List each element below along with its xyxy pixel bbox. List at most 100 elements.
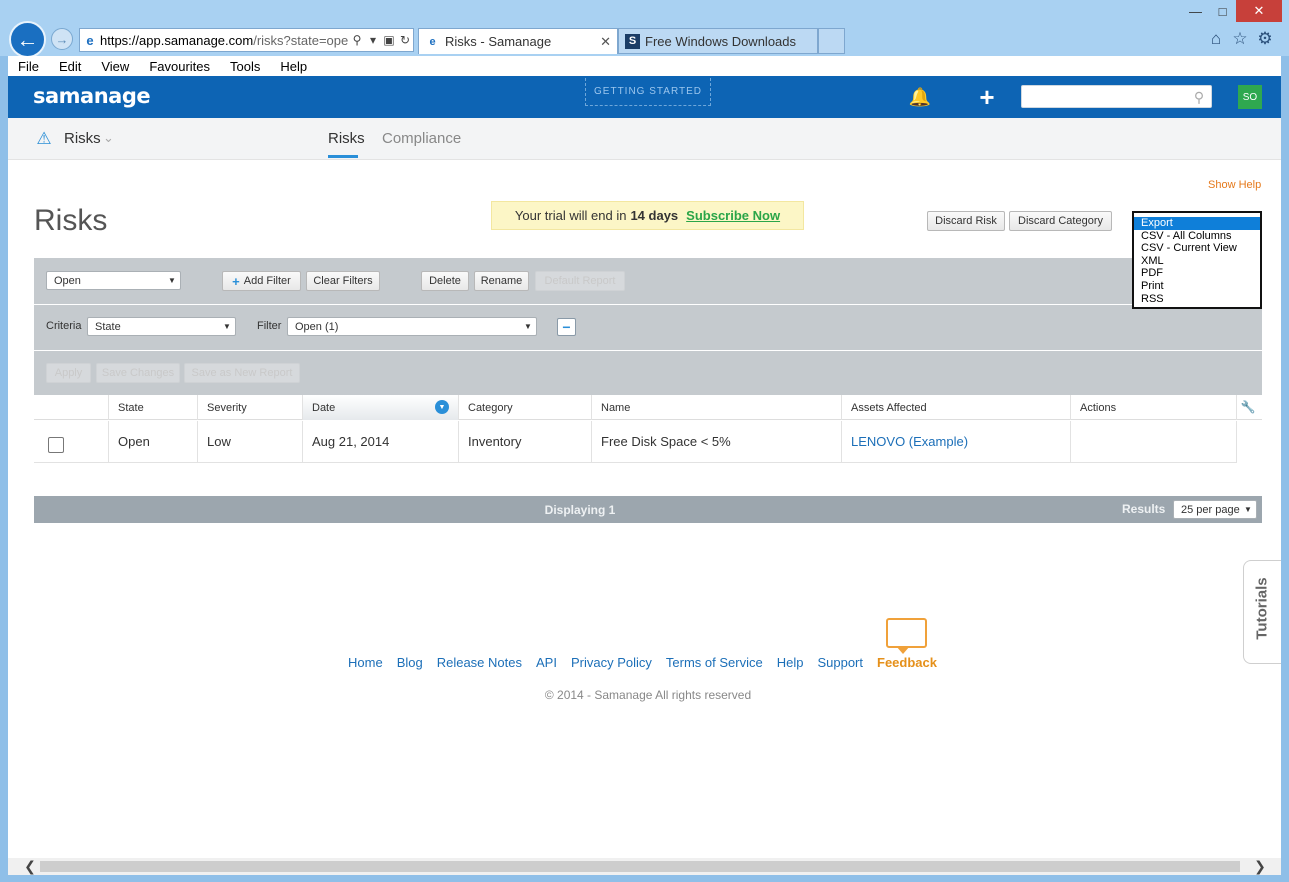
back-button[interactable]: ←: [9, 21, 46, 58]
table-cell-severity: Low: [197, 421, 303, 463]
default-report-button[interactable]: Default Report: [535, 271, 625, 291]
add-icon[interactable]: +: [975, 82, 999, 112]
page-title: Risks: [34, 204, 108, 237]
close-window-icon[interactable]: ✕: [1236, 0, 1282, 22]
save-changes-button[interactable]: Save Changes: [96, 363, 180, 383]
menu-edit[interactable]: Edit: [49, 59, 91, 74]
getting-started-button[interactable]: GETTING STARTED: [585, 78, 711, 106]
minimize-icon[interactable]: —: [1182, 0, 1209, 22]
footer-link-release-notes[interactable]: Release Notes: [437, 655, 522, 670]
settings-gear-icon[interactable]: ⚙: [1254, 29, 1276, 49]
search-icon[interactable]: ⚲: [349, 33, 365, 47]
address-bar[interactable]: e https://app.samanage.com/risks?state=o…: [79, 28, 414, 52]
forward-button[interactable]: →: [51, 28, 73, 50]
tab-risks[interactable]: Risks: [328, 130, 365, 147]
footer-link-help[interactable]: Help: [777, 655, 804, 670]
bell-icon[interactable]: 🔔: [908, 86, 932, 108]
search-input[interactable]: [1021, 85, 1212, 108]
caret-down-icon: ▼: [1244, 505, 1252, 514]
subscribe-now-link[interactable]: Subscribe Now: [686, 208, 780, 223]
feedback-icon[interactable]: [886, 618, 927, 648]
clear-filters-button[interactable]: Clear Filters: [306, 271, 380, 291]
discard-category-button[interactable]: Discard Category: [1009, 211, 1112, 231]
discard-risk-button[interactable]: Discard Risk: [927, 211, 1005, 231]
close-tab-icon[interactable]: ✕: [600, 34, 611, 50]
criteria-select[interactable]: State ▼: [87, 317, 236, 336]
footer-link-api[interactable]: API: [536, 655, 557, 670]
footer-link-home[interactable]: Home: [348, 655, 383, 670]
samanage-logo[interactable]: samanage: [33, 84, 151, 108]
export-option[interactable]: PDF: [1134, 267, 1260, 280]
column-header-actions: Actions: [1070, 395, 1237, 420]
footer-link-blog[interactable]: Blog: [397, 655, 423, 670]
ie-icon: e: [86, 32, 94, 48]
table-cell-actions: [1070, 421, 1237, 463]
trial-banner: Your trial will end in 14 days Subscribe…: [491, 201, 804, 230]
arrow-right-icon: →: [55, 31, 69, 47]
export-option[interactable]: XML: [1134, 255, 1260, 268]
asset-link[interactable]: LENOVO (Example): [841, 421, 1071, 463]
browser-tab-risks[interactable]: e Risks - Samanage ✕: [418, 28, 618, 54]
row-checkbox[interactable]: [48, 437, 64, 453]
search-icon[interactable]: ⚲: [1190, 88, 1208, 106]
column-header-category[interactable]: Category: [458, 395, 592, 420]
avatar[interactable]: SO: [1238, 85, 1262, 109]
per-page-select[interactable]: 25 per page ▼: [1173, 500, 1257, 519]
tab-compliance[interactable]: Compliance: [382, 130, 461, 147]
menu-help[interactable]: Help: [270, 59, 317, 74]
favorites-star-icon[interactable]: ☆: [1229, 29, 1251, 49]
maximize-icon[interactable]: □: [1209, 0, 1236, 22]
table-cell-date: Aug 21, 2014: [302, 421, 459, 463]
module-title[interactable]: Risks: [64, 130, 101, 147]
scrollbar-thumb[interactable]: [40, 861, 1240, 872]
rename-button[interactable]: Rename: [474, 271, 529, 291]
refresh-icon[interactable]: ↻: [397, 33, 413, 47]
address-url[interactable]: https://app.samanage.com/risks?state=ope: [100, 33, 349, 48]
add-filter-button[interactable]: + Add Filter: [222, 271, 301, 291]
export-option[interactable]: Export: [1134, 217, 1260, 230]
menu-tools[interactable]: Tools: [220, 59, 270, 74]
home-icon[interactable]: ⌂: [1205, 29, 1227, 49]
menu-view[interactable]: View: [91, 59, 139, 74]
feedback-icon-tail: [896, 646, 910, 654]
column-header-name[interactable]: Name: [591, 395, 842, 420]
scroll-right-icon[interactable]: ❯: [1252, 858, 1268, 875]
table-cell-name[interactable]: Free Disk Space < 5%: [591, 421, 842, 463]
menu-file[interactable]: File: [8, 59, 49, 74]
criteria-label: Criteria: [46, 320, 82, 332]
table-cell-select: [34, 421, 109, 463]
chevron-down-icon[interactable]: ⌄: [103, 130, 114, 146]
footer-link-feedback[interactable]: Feedback: [877, 655, 937, 670]
export-option[interactable]: Print: [1134, 280, 1260, 293]
column-header-assets[interactable]: Assets Affected: [841, 395, 1071, 420]
show-help-link[interactable]: Show Help: [1208, 179, 1261, 191]
new-tab-button[interactable]: [818, 28, 845, 54]
menu-favourites[interactable]: Favourites: [139, 59, 220, 74]
export-option[interactable]: CSV - All Columns: [1134, 230, 1260, 243]
export-option[interactable]: RSS: [1134, 293, 1260, 306]
lock-icon: ▣: [383, 33, 395, 47]
state-select[interactable]: Open ▼: [46, 271, 181, 290]
dropdown-icon[interactable]: ▾: [365, 33, 381, 47]
export-option[interactable]: CSV - Current View: [1134, 242, 1260, 255]
wrench-icon[interactable]: 🔧: [1241, 400, 1256, 414]
browser-tab-downloads[interactable]: S Free Windows Downloads: [618, 28, 818, 54]
column-header-state[interactable]: State: [108, 395, 198, 420]
export-listbox[interactable]: Export CSV - All Columns CSV - Current V…: [1132, 211, 1262, 309]
ie-icon: e: [429, 35, 436, 48]
save-as-new-report-button[interactable]: Save as New Report: [184, 363, 300, 383]
scroll-left-icon[interactable]: ❮: [22, 858, 38, 875]
sort-descending-icon[interactable]: ▼: [435, 400, 449, 414]
footer-link-privacy[interactable]: Privacy Policy: [571, 655, 652, 670]
apply-button[interactable]: Apply: [46, 363, 91, 383]
column-header-select: [34, 395, 109, 420]
remove-criteria-button[interactable]: −: [557, 318, 576, 336]
footer-link-support[interactable]: Support: [817, 655, 863, 670]
displaying-count: Displaying 1: [544, 502, 616, 517]
caret-down-icon: ▼: [524, 322, 532, 331]
column-header-severity[interactable]: Severity: [197, 395, 303, 420]
footer-link-terms[interactable]: Terms of Service: [666, 655, 763, 670]
delete-button[interactable]: Delete: [421, 271, 469, 291]
tutorials-label[interactable]: Tutorials: [1254, 574, 1271, 644]
filter-select[interactable]: Open (1) ▼: [287, 317, 537, 336]
